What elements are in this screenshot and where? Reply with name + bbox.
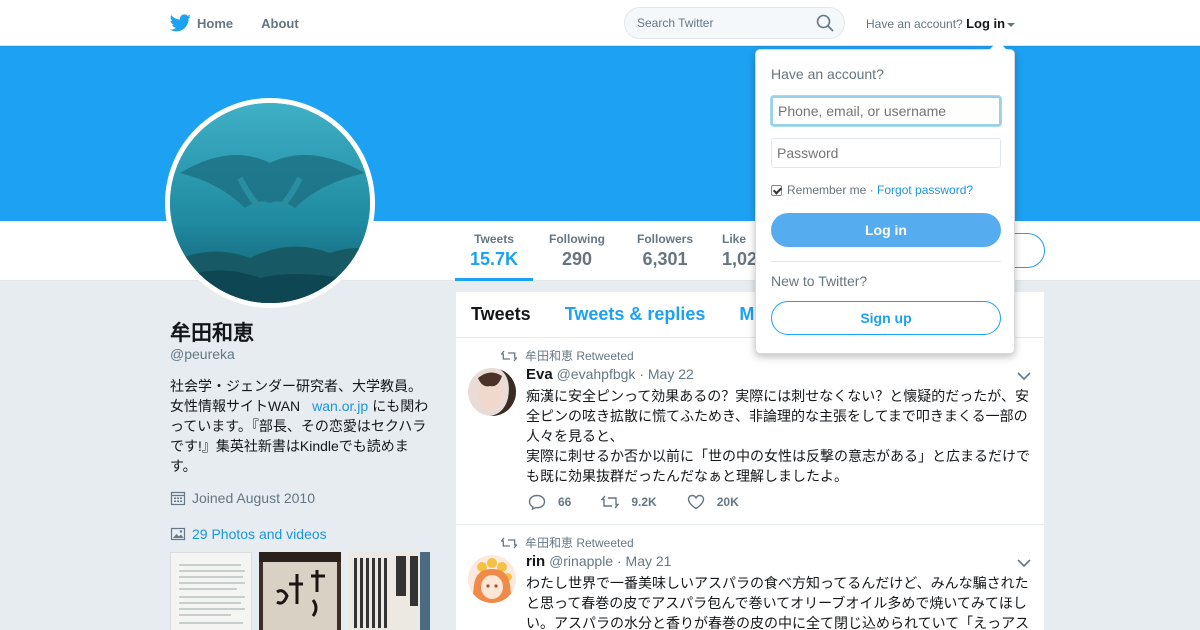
retweet-icon bbox=[601, 495, 620, 509]
search-icon[interactable] bbox=[816, 14, 834, 32]
stat-label: Tweets bbox=[474, 232, 514, 246]
retweet-button[interactable]: 9.2K bbox=[601, 494, 657, 510]
dropdown-title: Have an account? bbox=[771, 66, 884, 82]
chevron-down-icon[interactable] bbox=[1007, 22, 1016, 27]
stat-following[interactable]: Following 290 bbox=[540, 232, 614, 270]
tweet-avatar[interactable] bbox=[468, 555, 516, 603]
image-icon bbox=[170, 527, 186, 541]
tab-tweets[interactable]: Tweets bbox=[471, 304, 531, 325]
nav-left: Home About bbox=[170, 0, 299, 46]
retweet-context: 牟田和恵 Retweeted bbox=[501, 534, 634, 551]
stat-value: 6,301 bbox=[642, 249, 688, 269]
signup-button[interactable]: Sign up bbox=[771, 301, 1001, 335]
joined-text: Joined August 2010 bbox=[192, 490, 315, 506]
twitter-bird-icon bbox=[170, 14, 191, 32]
tab-media[interactable]: M bbox=[739, 304, 754, 325]
heart-icon bbox=[687, 494, 704, 510]
tweet-avatar[interactable] bbox=[468, 368, 516, 416]
tweet-text: わたし世界で一番美味しいアスパラの食べ方知ってるんだけど、みんな騙されたと思って… bbox=[526, 575, 1030, 630]
stat-value: 15.7K bbox=[469, 249, 519, 269]
reply-button[interactable]: 66 bbox=[528, 494, 571, 510]
tweet[interactable]: 牟田和恵 Retweeted rin @rinapple · May 21 わた… bbox=[456, 525, 1044, 630]
login-dropdown: Have an account? Remember me · Forgot pa… bbox=[755, 41, 1015, 354]
about-link[interactable]: About bbox=[261, 16, 299, 31]
reply-count: 66 bbox=[558, 495, 572, 509]
photos-text: 29 Photos and videos bbox=[192, 526, 327, 542]
tweet-text: 痴漢に安全ピンって効果あるの？実際には刺せなくない？と懐疑的だったが、安全ピンの… bbox=[526, 388, 1030, 484]
avatar-image bbox=[468, 555, 516, 603]
like-button[interactable]: 20K bbox=[687, 494, 739, 510]
stat-tweets[interactable]: Tweets 15.7K bbox=[458, 232, 530, 270]
stat-label: Following bbox=[549, 232, 605, 246]
retweeted-by[interactable]: 牟田和恵 Retweeted bbox=[525, 347, 634, 364]
photo-thumbnail[interactable] bbox=[170, 552, 252, 630]
profile-avatar[interactable] bbox=[165, 98, 375, 308]
photos-link[interactable]: 29 Photos and videos bbox=[170, 526, 327, 542]
calendar-icon bbox=[170, 491, 186, 506]
photo-thumbnail[interactable] bbox=[348, 552, 430, 630]
chevron-down-icon[interactable] bbox=[1017, 559, 1031, 567]
remember-label: Remember me · bbox=[787, 183, 874, 197]
stat-followers[interactable]: Followers 6,301 bbox=[628, 232, 702, 270]
login-button[interactable]: Log in bbox=[771, 213, 1001, 247]
photo-thumbnail[interactable] bbox=[259, 552, 341, 630]
tweet-author-name[interactable]: Eva bbox=[526, 366, 553, 383]
document-image bbox=[179, 564, 245, 624]
profile-bio: 社会学・ジェンダー研究者、大学教員。女性情報サイトWAN wan.or.jp にも関… bbox=[170, 376, 432, 476]
tweet[interactable]: 牟田和恵 Retweeted Eva @evahpfbgk · May 22 痴… bbox=[456, 338, 1044, 525]
tweet-author-handle[interactable]: @rinapple bbox=[549, 553, 613, 569]
photo-thumbnails bbox=[170, 552, 430, 630]
home-link[interactable]: Home bbox=[170, 14, 233, 32]
tweet-date[interactable]: · May 21 bbox=[617, 553, 671, 569]
retweeted-by[interactable]: 牟田和恵 Retweeted bbox=[525, 534, 634, 551]
tweet-header: Eva @evahpfbgk · May 22 bbox=[526, 366, 694, 383]
retweet-icon bbox=[501, 350, 517, 361]
username-field[interactable] bbox=[771, 96, 1001, 126]
stat-value: 290 bbox=[561, 249, 593, 269]
account-prompt: Have an account? bbox=[866, 17, 963, 31]
profile-handle[interactable]: @peureka bbox=[170, 346, 235, 362]
new-to-twitter-label: New to Twitter? bbox=[771, 273, 868, 289]
calligraphy-image bbox=[259, 552, 341, 630]
like-count: 20K bbox=[716, 495, 739, 509]
tweet-date[interactable]: · May 22 bbox=[639, 366, 693, 382]
stat-label: Followers bbox=[636, 232, 693, 246]
joined-date: Joined August 2010 bbox=[170, 490, 315, 506]
remember-row: Remember me · Forgot password? bbox=[771, 183, 973, 197]
tweet-header: rin @rinapple · May 21 bbox=[526, 553, 671, 570]
remember-checkbox[interactable] bbox=[771, 184, 782, 196]
reply-icon bbox=[528, 494, 546, 510]
divider bbox=[771, 261, 1001, 262]
home-label: Home bbox=[197, 15, 234, 31]
retweet-count: 9.2K bbox=[631, 495, 657, 509]
active-stat-indicator bbox=[455, 278, 533, 281]
chevron-down-icon[interactable] bbox=[1017, 372, 1031, 380]
forgot-password-link[interactable]: Forgot password? bbox=[877, 183, 973, 197]
tab-tweets-replies[interactable]: Tweets & replies bbox=[565, 304, 706, 325]
top-navigation: Home About Search Twitter Have an accoun… bbox=[0, 0, 1200, 46]
tweet-author-name[interactable]: rin bbox=[526, 553, 545, 570]
login-toggle[interactable]: Log in bbox=[966, 16, 1005, 31]
bio-link[interactable]: wan.or.jp bbox=[300, 398, 372, 414]
tweet-actions: 66 9.2K 20K bbox=[528, 494, 769, 510]
retweet-icon bbox=[501, 537, 517, 548]
account-area: Have an account? Log in bbox=[866, 16, 1016, 31]
tweet-author-handle[interactable]: @evahpfbgk bbox=[557, 366, 636, 382]
retweet-context: 牟田和恵 Retweeted bbox=[501, 347, 634, 364]
manta-ray-image bbox=[170, 103, 370, 303]
avatar-image bbox=[468, 368, 516, 416]
newspaper-image bbox=[348, 552, 430, 630]
search-input[interactable]: Search Twitter bbox=[624, 7, 845, 39]
profile-name: 牟田和恵 bbox=[170, 322, 254, 345]
password-field[interactable] bbox=[771, 138, 1001, 168]
